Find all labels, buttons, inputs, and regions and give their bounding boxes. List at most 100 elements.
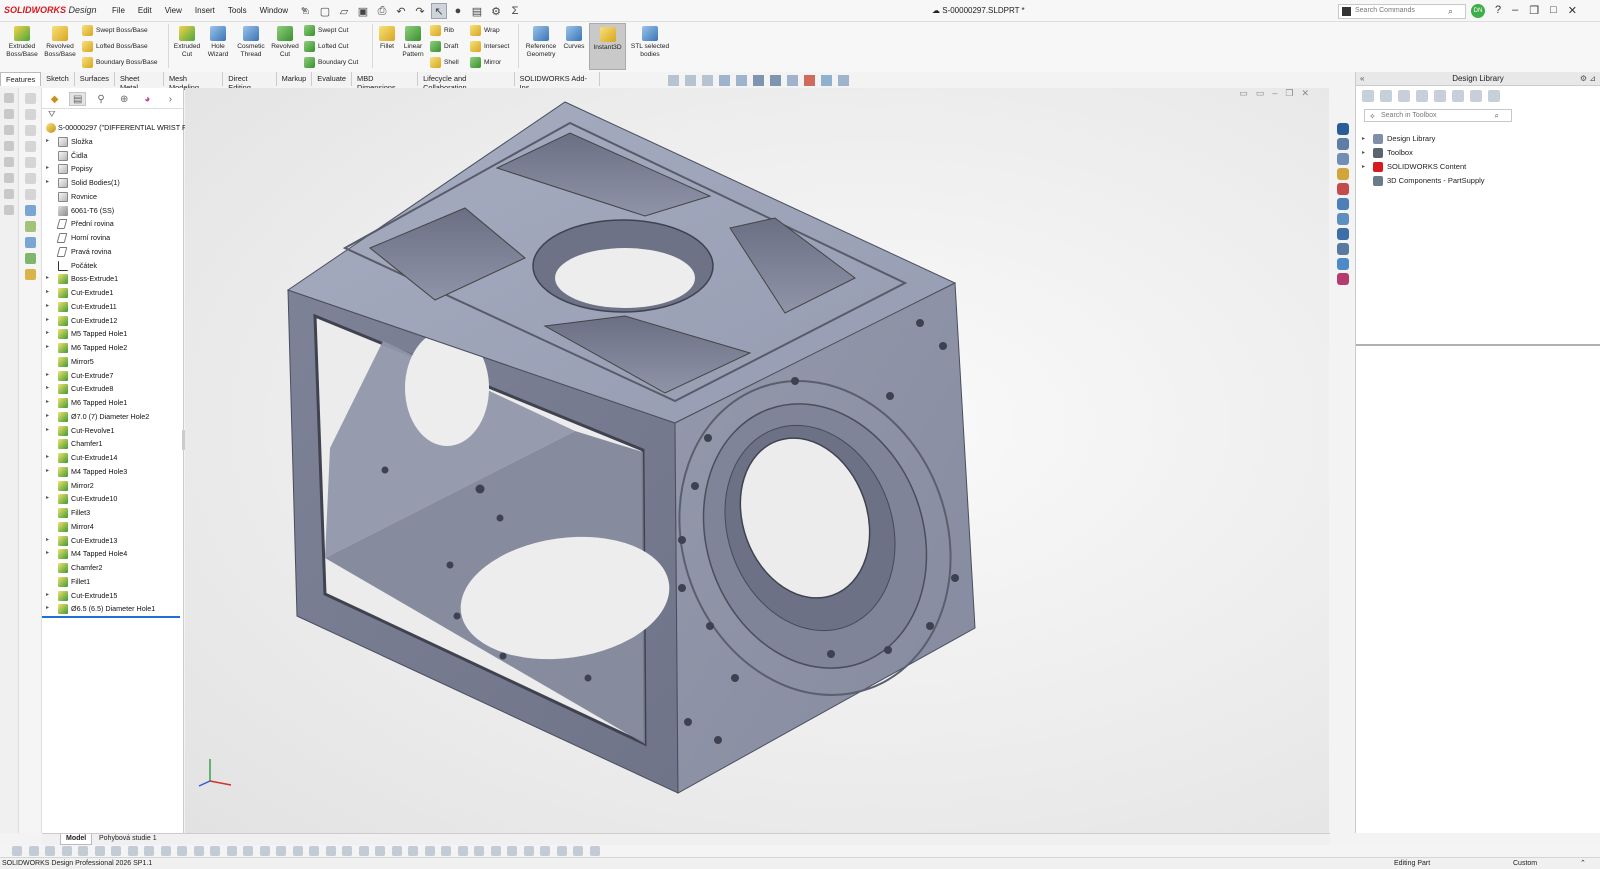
tool-icon[interactable] (25, 269, 36, 280)
view-palette-icon[interactable] (1337, 168, 1349, 180)
sketch-tool-icon[interactable] (127, 846, 138, 856)
tab-direct-editing[interactable]: Direct Editing (223, 72, 277, 92)
part-model[interactable] (185, 88, 1329, 833)
expand-arrow-icon[interactable]: ▸ (46, 602, 49, 616)
draft-button[interactable]: Draft (430, 40, 458, 53)
tab-sketch[interactable]: Sketch (41, 72, 75, 86)
tool-icon[interactable] (4, 93, 14, 103)
sketch-tool-icon[interactable] (160, 846, 171, 856)
display-style-icon[interactable] (770, 75, 781, 86)
view-orientation-icon[interactable] (753, 75, 764, 86)
tool-icon[interactable] (25, 205, 36, 216)
sketch-tool-icon[interactable] (226, 846, 237, 856)
tree-item[interactable]: Pravá rovina (42, 245, 183, 259)
sketch-tool-icon[interactable] (507, 846, 517, 856)
tree-item[interactable]: Fillet1 (42, 575, 183, 589)
menu-file[interactable]: File (112, 6, 125, 15)
sketch-tool-icon[interactable] (474, 846, 484, 856)
tree-root-part[interactable]: S-00000297 ("DIFFERENTIAL WRIST FR (42, 121, 192, 135)
home-icon[interactable] (1337, 243, 1349, 255)
menu-edit[interactable]: Edit (138, 6, 152, 15)
tree-item[interactable]: ▸ Cut-Extrude8 (42, 382, 183, 396)
restore-icon[interactable]: ❐ (1529, 4, 1539, 17)
tab-sheet-metal[interactable]: Sheet Metal (115, 72, 164, 92)
tree-item[interactable]: ▸ Cut-Extrude11 (42, 300, 183, 314)
tree-item[interactable]: Čidla (42, 149, 183, 163)
filter-icon[interactable]: ⛛ (42, 109, 183, 121)
appearance-icon[interactable] (804, 75, 815, 86)
expand-arrow-icon[interactable]: ▸ (1362, 132, 1365, 146)
expand-arrow-icon[interactable]: ▸ (46, 327, 49, 341)
tree-item[interactable]: Horní rovina (42, 231, 183, 245)
sketch-tool-icon[interactable] (94, 846, 105, 856)
sketch-tool-icon[interactable] (342, 846, 352, 856)
configuration-manager-tab-icon[interactable]: ⚲ (92, 92, 109, 106)
tree-item[interactable]: ▸ Cut-Extrude12 (42, 314, 183, 328)
sketch-tool-icon[interactable] (78, 846, 88, 856)
search-icon[interactable]: ⌕ (1495, 111, 1499, 121)
tree-item[interactable]: ▸ Cut-Revolve1 (42, 424, 183, 438)
sketch-tool-icon[interactable] (193, 846, 204, 856)
expand-arrow-icon[interactable]: ▸ (46, 410, 49, 424)
tree-item[interactable]: Chamfer1 (42, 437, 183, 451)
expand-arrow-icon[interactable]: ▸ (46, 300, 49, 314)
shell-button[interactable]: Shell (430, 56, 459, 69)
rollback-bar[interactable] (42, 616, 180, 618)
tab-lifecycle[interactable]: Lifecycle and Collaboration (418, 72, 515, 92)
tab-evaluate[interactable]: Evaluate (312, 72, 353, 86)
display-manager-tab-icon[interactable]: ◕ (139, 92, 156, 106)
stl-selected-bodies-button[interactable]: STL selected bodies (628, 26, 672, 58)
home-icon[interactable]: ⌂ (298, 3, 314, 19)
status-units-chevron-icon[interactable]: ⌃ (1580, 858, 1586, 869)
sketch-tool-icon[interactable] (573, 846, 583, 856)
panel-divider[interactable] (1356, 344, 1600, 346)
tool-icon[interactable] (4, 125, 14, 135)
dynamic-annotation-icon[interactable] (736, 75, 747, 86)
motion-icon[interactable] (1337, 258, 1349, 270)
tree-item[interactable]: ▸ Cut-Extrude1 (42, 286, 183, 300)
more-tabs-chevron-icon[interactable]: › (162, 92, 179, 106)
print-icon[interactable]: ⎙ (374, 3, 390, 19)
sketch-tool-icon[interactable] (424, 846, 435, 856)
expand-arrow-icon[interactable]: ▸ (46, 176, 49, 190)
sketch-tool-icon[interactable] (210, 846, 220, 856)
swept-cut-button[interactable]: Swept Cut (304, 24, 348, 37)
tool-icon[interactable] (25, 189, 36, 200)
expand-arrow-icon[interactable]: ▸ (1362, 160, 1365, 174)
menu-insert[interactable]: Insert (195, 6, 215, 15)
open-icon[interactable]: ▱ (336, 3, 352, 19)
instant3d-button[interactable]: Instant3D (589, 23, 626, 70)
sketch-tool-icon[interactable] (556, 846, 567, 856)
user-avatar[interactable]: DN (1471, 4, 1485, 18)
sketch-tool-icon[interactable] (276, 846, 286, 856)
tree-item[interactable]: ▸ Cut-Extrude10 (42, 492, 183, 506)
tab-mesh-modeling[interactable]: Mesh Modeling (164, 72, 224, 92)
search-commands-input[interactable]: Search Commands ⌕ (1338, 4, 1466, 19)
menu-tools[interactable]: Tools (228, 6, 247, 15)
swept-boss-button[interactable]: Swept Boss/Base (82, 24, 148, 37)
collapse-panel-icon[interactable]: « (1360, 72, 1364, 86)
dimxpert-tab-icon[interactable]: ⊕ (116, 92, 133, 106)
create-folder-icon[interactable] (1434, 90, 1446, 102)
zoom-area-icon[interactable] (685, 75, 696, 86)
tool-icon[interactable] (25, 141, 36, 152)
expand-arrow-icon[interactable]: ▸ (46, 465, 49, 479)
forum-icon[interactable] (1337, 213, 1349, 225)
view-settings-icon[interactable] (838, 75, 849, 86)
wrap-button[interactable]: Wrap (470, 24, 500, 37)
appearances-icon[interactable] (1337, 183, 1349, 195)
maximize-icon[interactable]: □ (1550, 4, 1557, 17)
expand-arrow-icon[interactable]: ▸ (46, 589, 49, 603)
expand-arrow-icon[interactable]: ▸ (46, 534, 49, 548)
extruded-cut-button[interactable]: Extruded Cut (172, 26, 202, 58)
expand-arrow-icon[interactable]: ▸ (46, 369, 49, 383)
search-icon[interactable]: ⌕ (1448, 6, 1453, 17)
property-manager-tab-icon[interactable]: ▤ (69, 92, 87, 106)
lofted-boss-button[interactable]: Lofted Boss/Base (82, 40, 148, 53)
panel-options-icon[interactable]: ⚙ ⊿ (1580, 72, 1596, 86)
sketch-tool-icon[interactable] (523, 846, 534, 856)
intersect-button[interactable]: Intersect (470, 40, 509, 53)
help-icon[interactable]: ? (1495, 4, 1501, 17)
tool-icon[interactable] (4, 157, 14, 167)
tool-icon[interactable] (25, 93, 36, 104)
